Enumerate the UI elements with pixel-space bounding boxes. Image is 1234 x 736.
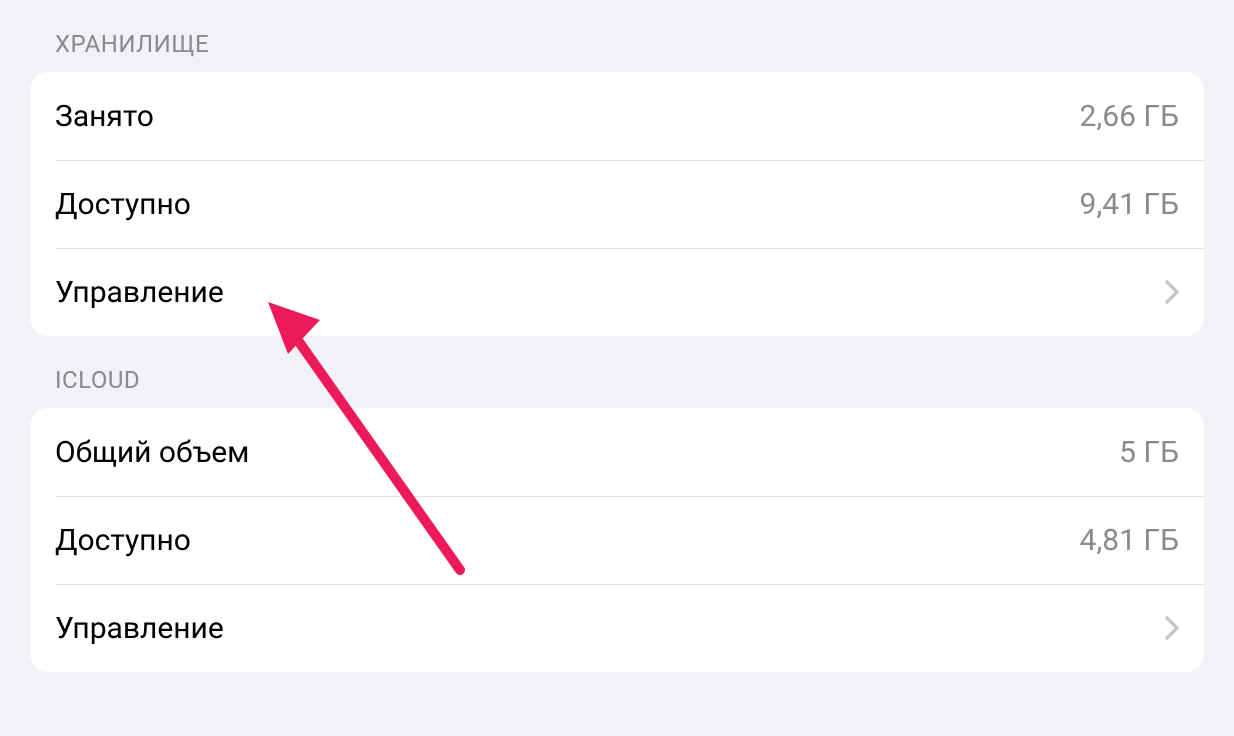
storage-used-row: Занято 2,66 ГБ	[30, 72, 1204, 160]
storage-available-label: Доступно	[55, 187, 191, 222]
icloud-available-value: 4,81 ГБ	[1079, 523, 1179, 558]
icloud-available-row: Доступно 4,81 ГБ	[30, 496, 1204, 584]
icloud-available-label: Доступно	[55, 523, 191, 558]
storage-manage-row[interactable]: Управление	[30, 248, 1204, 336]
icloud-total-value: 5 ГБ	[1119, 435, 1179, 470]
storage-section-header: ХРАНИЛИЩЕ	[30, 0, 1204, 72]
icloud-section-group: Общий объем 5 ГБ Доступно 4,81 ГБ Управл…	[30, 408, 1204, 672]
icloud-total-label: Общий объем	[55, 435, 249, 470]
storage-used-label: Занято	[55, 99, 154, 134]
chevron-right-icon	[1165, 616, 1179, 640]
icloud-total-row: Общий объем 5 ГБ	[30, 408, 1204, 496]
icloud-manage-row[interactable]: Управление	[30, 584, 1204, 672]
storage-used-value: 2,66 ГБ	[1079, 99, 1179, 134]
storage-section-group: Занято 2,66 ГБ Доступно 9,41 ГБ Управлен…	[30, 72, 1204, 336]
icloud-section-header: ICLOUD	[30, 336, 1204, 408]
storage-available-value: 9,41 ГБ	[1079, 187, 1179, 222]
storage-available-row: Доступно 9,41 ГБ	[30, 160, 1204, 248]
icloud-manage-label: Управление	[55, 611, 224, 646]
storage-manage-label: Управление	[55, 275, 224, 310]
chevron-right-icon	[1165, 280, 1179, 304]
